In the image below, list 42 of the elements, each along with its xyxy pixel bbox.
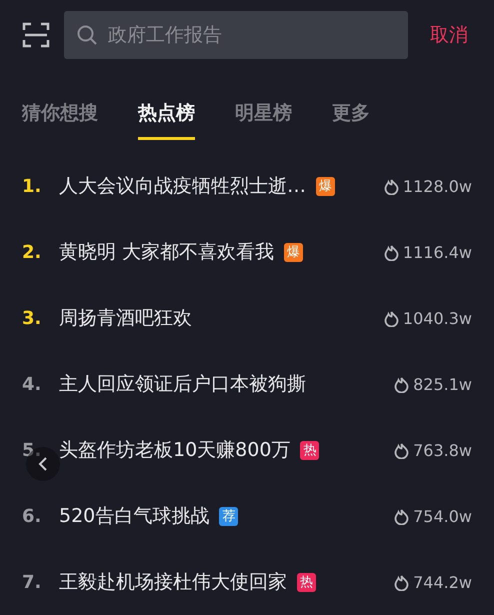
tag-badge: 爆 (316, 176, 335, 196)
heat-count: 754.0w (413, 506, 472, 526)
flame-icon (394, 508, 410, 524)
rank-number: 7. (22, 572, 42, 592)
flame-icon (384, 310, 399, 326)
scan-icon[interactable] (22, 21, 50, 49)
heat-count: 1040.3w (402, 308, 472, 328)
heat-count: 825.1w (413, 374, 472, 394)
tag-badge: 荐 (219, 506, 238, 526)
topic-title[interactable]: 王毅赴机场接杜伟大使回家 (59, 569, 287, 595)
heat-count: 1128.0w (402, 176, 472, 196)
search-icon (76, 24, 98, 46)
tab[interactable]: 明星榜 (235, 96, 292, 140)
heat-count: 763.8w (413, 440, 472, 460)
tag-badge: 热 (297, 572, 316, 592)
flame-icon (394, 376, 410, 392)
chevron-left-icon (37, 456, 49, 472)
flame-icon (394, 442, 410, 458)
rank-number: 6. (22, 506, 42, 526)
rank-number: 5. (22, 440, 42, 460)
heat-count: 744.2w (413, 572, 472, 592)
heat-count: 1116.4w (402, 242, 472, 262)
search-field[interactable]: 政府工作报告 (64, 11, 408, 59)
flame-icon (384, 244, 399, 260)
rank-number: 2. (22, 242, 42, 262)
rank-number: 1. (22, 176, 42, 196)
topic-title[interactable]: 黄晓明 大家都不喜欢看我 (59, 239, 274, 265)
flame-icon (384, 178, 399, 194)
topic-title[interactable]: 人大会议向战疫牺牲烈士逝… (59, 173, 306, 199)
topic-title[interactable]: 周扬青酒吧狂欢 (59, 305, 192, 331)
tab[interactable]: 更多 (332, 96, 370, 140)
tag-badge: 热 (300, 440, 320, 460)
tab[interactable]: 热点榜 (138, 96, 195, 140)
cancel-button[interactable]: 取消 (430, 22, 468, 48)
tab[interactable]: 猜你想搜 (22, 96, 98, 140)
flame-icon (394, 574, 410, 590)
topic-title[interactable]: 520告白气球挑战 (59, 503, 210, 529)
tag-badge: 爆 (284, 242, 304, 262)
rank-number: 4. (22, 374, 42, 394)
topic-title[interactable]: 头盔作坊老板10天赚800万 (59, 437, 290, 463)
rank-number: 3. (22, 308, 42, 328)
topic-title[interactable]: 主人回应领证后户口本被狗撕 (59, 371, 306, 397)
